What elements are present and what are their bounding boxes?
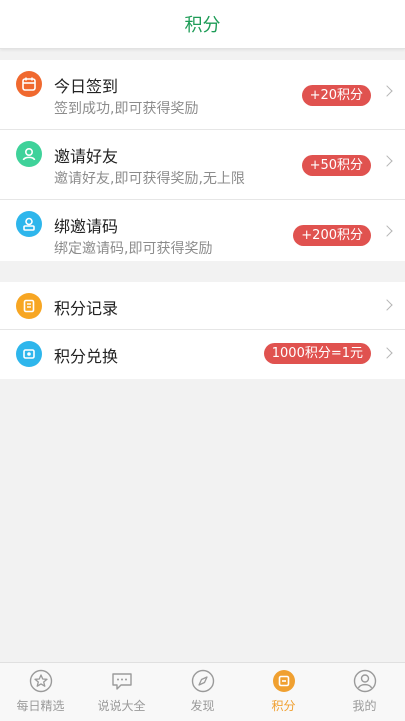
tab-label: 积分 — [271, 699, 296, 713]
menu-item-label: 积分兑换 — [54, 347, 119, 366]
bottom-tab-bar: 每日精选 说说大全 发现 积分 我的 — [0, 662, 405, 721]
user-invite-icon — [16, 141, 42, 167]
points-icon — [272, 670, 295, 692]
chevron-right-icon — [381, 299, 393, 311]
task-title: 绑邀请码 — [54, 217, 119, 236]
tab-quotes[interactable]: 说说大全 — [81, 663, 162, 721]
compass-icon — [191, 669, 214, 693]
tab-points[interactable]: 积分 — [243, 663, 324, 721]
exchange-icon — [16, 341, 42, 367]
points-badge: +20积分 — [301, 85, 371, 106]
profile-icon — [353, 669, 376, 693]
tab-daily-picks[interactable]: 每日精选 — [0, 663, 81, 721]
star-icon — [29, 669, 52, 693]
calendar-icon — [16, 71, 42, 97]
task-row-invite[interactable]: 邀请好友 邀请好友,即可获得奖励,无上限 +50积分 — [0, 130, 405, 200]
task-description: 邀请好友,即可获得奖励,无上限 — [54, 171, 245, 187]
chevron-right-icon — [381, 225, 393, 237]
task-title: 今日签到 — [54, 77, 119, 96]
tab-label: 发现 — [190, 699, 215, 713]
task-list: 今日签到 签到成功,即可获得奖励 +20积分 邀请好友 邀请好友,即可获得奖励,… — [0, 60, 405, 261]
points-badge: +50积分 — [301, 155, 371, 176]
task-description: 绑定邀请码,即可获得奖励 — [54, 241, 213, 257]
top-bar: 积分 — [0, 0, 405, 49]
tab-profile[interactable]: 我的 — [324, 663, 405, 721]
exchange-rate-badge: 1000积分=1元 — [263, 343, 371, 364]
tab-label: 每日精选 — [16, 699, 65, 713]
task-row-checkin[interactable]: 今日签到 签到成功,即可获得奖励 +20积分 — [0, 60, 405, 130]
tab-label: 说说大全 — [97, 699, 146, 713]
points-badge: +200积分 — [293, 225, 371, 246]
chevron-right-icon — [381, 155, 393, 167]
tab-discover[interactable]: 发现 — [162, 663, 243, 721]
menu-item-points-record[interactable]: 积分记录 — [0, 282, 405, 330]
chevron-right-icon — [381, 85, 393, 97]
menu-item-points-exchange[interactable]: 积分兑换 1000积分=1元 — [0, 330, 405, 378]
task-row-bind-code[interactable]: 绑邀请码 绑定邀请码,即可获得奖励 +200积分 — [0, 200, 405, 270]
page-title: 积分 — [184, 15, 221, 36]
task-title: 邀请好友 — [54, 147, 119, 166]
tab-label: 我的 — [352, 699, 377, 713]
task-description: 签到成功,即可获得奖励 — [54, 101, 199, 117]
chevron-right-icon — [381, 347, 393, 359]
chat-bubble-icon — [111, 673, 132, 690]
menu-item-label: 积分记录 — [54, 299, 119, 318]
record-icon — [16, 293, 42, 319]
points-menu: 积分记录 积分兑换 1000积分=1元 — [0, 282, 405, 379]
bind-user-icon — [16, 211, 42, 237]
